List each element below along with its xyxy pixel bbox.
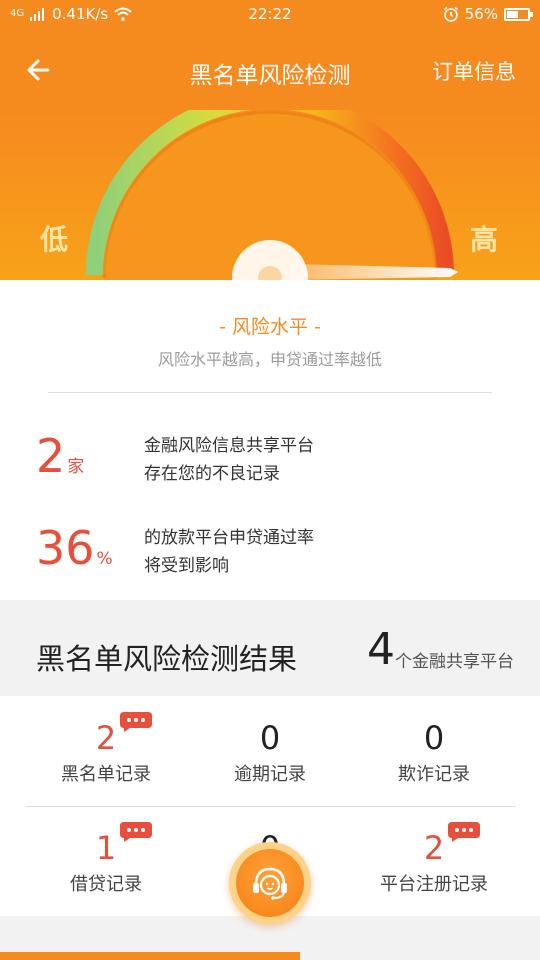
message-bubble-icon xyxy=(120,712,152,732)
record-label: 逾期记录 xyxy=(234,764,306,785)
customer-service-inner xyxy=(236,849,304,917)
nav-bar: 黑名单风险检测 订单信息 xyxy=(0,30,540,110)
record-overdue[interactable]: 0 逾期记录 xyxy=(180,696,360,796)
record-fraud[interactable]: 0 欺诈记录 xyxy=(344,696,524,796)
record-label: 平台注册记录 xyxy=(380,874,488,895)
divider xyxy=(48,392,492,393)
stat-number: 2 xyxy=(36,429,66,483)
order-info-link[interactable]: 订单信息 xyxy=(432,56,516,86)
status-right: 56% xyxy=(443,5,533,23)
platform-count-number: 4 xyxy=(367,624,395,675)
gauge-high-label: 高 xyxy=(469,223,498,256)
status-bar: 4G 0.41K/s 22:22 56% xyxy=(0,0,540,30)
risk-gauge: 低 高 xyxy=(0,110,540,280)
record-label: 黑名单记录 xyxy=(61,764,151,785)
record-value: 0 xyxy=(259,719,281,757)
record-value: 2 xyxy=(423,829,445,867)
alarm-icon xyxy=(443,6,458,22)
battery-icon xyxy=(504,7,533,21)
record-value: 1 xyxy=(95,829,117,867)
platform-count: 4个金融共享平台 xyxy=(367,628,514,673)
result-header: 黑名单风险检测结果 4个金融共享平台 xyxy=(0,600,540,696)
risk-level-subtitle: 风险水平越高，申贷通过率越低 xyxy=(157,350,382,369)
record-platform-register[interactable]: 2 平台注册记录 xyxy=(344,806,524,906)
bottom-indicator xyxy=(0,952,300,960)
stat-value: 36% xyxy=(36,520,113,587)
gauge-graphic xyxy=(86,110,458,280)
stat-description: 金融风险信息共享平台 存在您的不良记录 xyxy=(144,432,314,488)
record-blacklist[interactable]: 2 黑名单记录 xyxy=(16,696,196,796)
stat-line-2: 存在您的不良记录 xyxy=(144,464,280,484)
message-bubble-icon xyxy=(448,822,480,842)
customer-service-icon xyxy=(253,867,287,900)
stat-line-1: 的放款平台申贷通过率 xyxy=(144,528,314,548)
stat-unit: % xyxy=(96,549,113,569)
result-title: 黑名单风险检测结果 xyxy=(36,642,298,676)
record-label: 借贷记录 xyxy=(70,874,142,895)
record-value: 2 xyxy=(95,719,117,757)
stat-unit: 家 xyxy=(67,457,85,477)
platform-count-suffix: 个金融共享平台 xyxy=(395,652,514,672)
gauge-low-label: 低 xyxy=(40,223,69,256)
stat-description: 的放款平台申贷通过率 将受到影响 xyxy=(144,524,314,580)
record-value: 0 xyxy=(423,719,445,757)
stat-approval-impact: 36% 的放款平台申贷通过率 将受到影响 xyxy=(36,520,516,590)
battery-percent: 56% xyxy=(464,5,498,23)
stat-value: 2家 xyxy=(36,428,84,495)
stat-bad-records: 2家 金融风险信息共享平台 存在您的不良记录 xyxy=(36,428,516,498)
record-lending[interactable]: 1 借贷记录 xyxy=(16,806,196,906)
stat-line-1: 金融风险信息共享平台 xyxy=(144,436,314,456)
message-bubble-icon xyxy=(120,822,152,842)
customer-service-button[interactable] xyxy=(229,842,311,924)
record-label: 欺诈记录 xyxy=(398,764,470,785)
risk-level-title: - 风险水平 - xyxy=(219,316,321,338)
stat-number: 36 xyxy=(36,521,95,575)
stat-line-2: 将受到影响 xyxy=(144,556,229,576)
